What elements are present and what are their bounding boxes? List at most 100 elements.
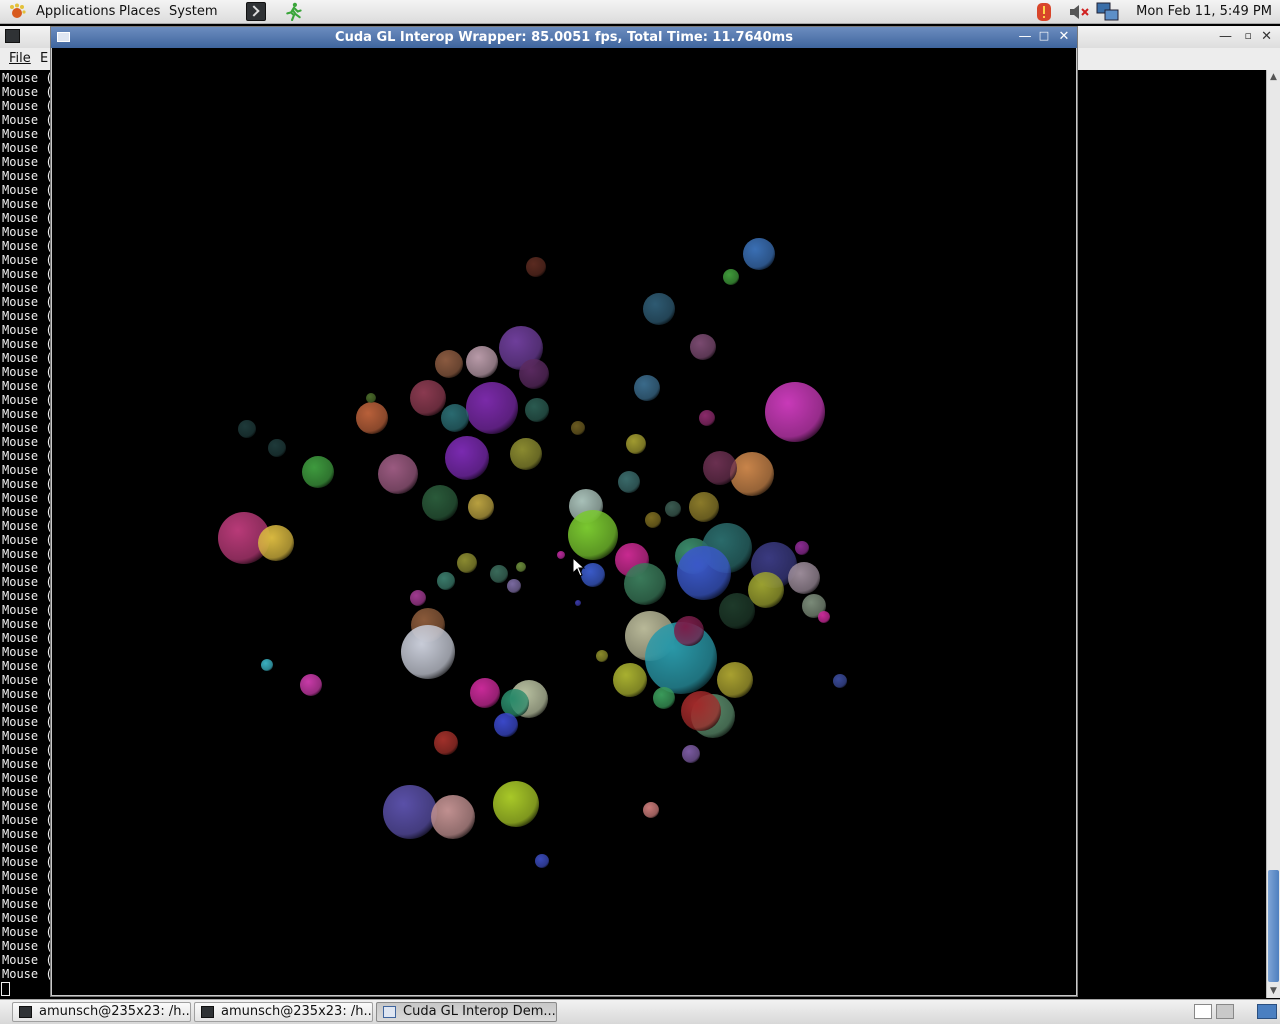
task-label: amunsch@235x23: /h... — [39, 1004, 191, 1019]
workspace-2[interactable] — [1216, 1004, 1234, 1019]
sphere-particle — [410, 380, 446, 416]
sphere-particle — [356, 402, 388, 434]
sphere-particle — [689, 492, 719, 522]
terminal-scrollbar[interactable]: ▲ ▼ — [1266, 70, 1280, 998]
menu-applications[interactable]: Applications — [36, 4, 115, 19]
terminal-line: Mouse ( — [2, 449, 53, 463]
sphere-particle — [525, 398, 549, 422]
terminal-line: Mouse ( — [2, 127, 53, 141]
terminal-line: Mouse ( — [2, 827, 53, 841]
sphere-particle — [519, 359, 549, 389]
particle-spheres — [218, 238, 847, 868]
terminal-line: Mouse ( — [2, 603, 53, 617]
sphere-particle — [626, 434, 646, 454]
terminal-line: Mouse ( — [2, 477, 53, 491]
sphere-particle — [434, 731, 458, 755]
sphere-particle — [665, 501, 681, 517]
sphere-particle — [743, 238, 775, 270]
close-icon[interactable]: ✕ — [1261, 29, 1272, 44]
sphere-particle — [674, 616, 704, 646]
sphere-particle — [268, 439, 286, 457]
scroll-down-arrow-icon[interactable]: ▼ — [1267, 984, 1280, 998]
terminal-icon — [201, 1006, 214, 1018]
terminal-line: Mouse ( — [2, 421, 53, 435]
taskbar-task-terminal-1[interactable]: amunsch@235x23: /h... — [12, 1002, 191, 1022]
terminal-icon — [19, 1006, 32, 1018]
taskbar-task-gl-window[interactable]: Cuda GL Interop Dem... — [376, 1002, 557, 1022]
terminal-line: Mouse ( — [2, 463, 53, 477]
gl-render-canvas[interactable] — [52, 48, 1076, 995]
minimize-icon[interactable]: — — [1017, 29, 1033, 44]
sphere-particle — [645, 512, 661, 528]
maximize-icon[interactable]: □ — [1036, 29, 1052, 42]
terminal-window-icon[interactable] — [5, 29, 20, 43]
sphere-particle — [535, 854, 549, 868]
terminal-line: Mouse ( — [2, 939, 53, 953]
terminal-line: Mouse ( — [2, 435, 53, 449]
sphere-particle — [457, 553, 477, 573]
sphere-particle — [501, 689, 529, 717]
menu-places[interactable]: Places — [119, 4, 160, 19]
scroll-up-arrow-icon[interactable]: ▲ — [1267, 70, 1280, 84]
alert-icon[interactable] — [1034, 2, 1054, 22]
menu-edit-partial[interactable]: E — [40, 51, 48, 66]
close-icon[interactable]: ✕ — [1056, 29, 1072, 44]
sphere-particle — [624, 563, 666, 605]
terminal-line: Mouse ( — [2, 729, 53, 743]
scroll-thumb[interactable] — [1268, 870, 1279, 982]
sphere-particle — [494, 713, 518, 737]
sphere-particle — [510, 438, 542, 470]
terminal-line: Mouse ( — [2, 295, 53, 309]
sphere-particle — [378, 454, 418, 494]
terminal-line: Mouse ( — [2, 393, 53, 407]
terminal-launcher-icon[interactable] — [246, 2, 266, 21]
workspace-1[interactable] — [1194, 1004, 1212, 1019]
task-label: amunsch@235x23: /h... — [221, 1004, 373, 1019]
sphere-particle — [730, 452, 774, 496]
sphere-particle — [302, 456, 334, 488]
terminal-line: Mouse ( — [2, 113, 53, 127]
clock[interactable]: Mon Feb 11, 5:49 PM — [1136, 4, 1272, 19]
sphere-particle — [383, 785, 437, 839]
terminal-cursor — [1, 982, 10, 996]
menu-system[interactable]: System — [169, 4, 217, 19]
gl-interop-window[interactable]: Cuda GL Interop Wrapper: 85.0051 fps, To… — [50, 26, 1078, 997]
terminal-line: Mouse ( — [2, 869, 53, 883]
sphere-particle — [681, 691, 721, 731]
terminal-line: Mouse ( — [2, 85, 53, 99]
terminal-line: Mouse ( — [2, 561, 53, 575]
terminal-line: Mouse ( — [2, 169, 53, 183]
volume-muted-icon[interactable] — [1068, 2, 1090, 22]
terminal-line: Mouse ( — [2, 841, 53, 855]
top-panel: Applications Places System Mon Feb 11, 5… — [0, 0, 1280, 24]
sphere-particle — [516, 562, 526, 572]
running-man-icon[interactable] — [283, 2, 303, 21]
terminal-line: Mouse ( — [2, 771, 53, 785]
sphere-particle — [677, 546, 731, 600]
sphere-particle — [366, 393, 376, 403]
sphere-particle — [490, 565, 508, 583]
terminal-line: Mouse ( — [2, 197, 53, 211]
terminal-line: Mouse ( — [2, 645, 53, 659]
maximize-icon[interactable]: ▫ — [1245, 29, 1252, 42]
menu-file[interactable]: File — [9, 51, 31, 66]
sphere-particle — [445, 436, 489, 480]
terminal-line: Mouse ( — [2, 953, 53, 967]
terminal-line: Mouse ( — [2, 589, 53, 603]
terminal-line: Mouse ( — [2, 491, 53, 505]
taskbar-task-terminal-2[interactable]: amunsch@235x23: /h... — [194, 1002, 373, 1022]
terminal-line: Mouse ( — [2, 225, 53, 239]
minimize-icon[interactable]: — — [1219, 29, 1232, 44]
bottom-taskbar: amunsch@235x23: /h... amunsch@235x23: /h… — [0, 999, 1280, 1024]
network-icon[interactable] — [1096, 2, 1120, 22]
terminal-line: Mouse ( — [2, 897, 53, 911]
terminal-line: Mouse ( — [2, 925, 53, 939]
terminal-line: Mouse ( — [2, 351, 53, 365]
gnome-foot-icon[interactable] — [8, 3, 26, 21]
terminal-line: Mouse ( — [2, 967, 53, 981]
gl-window-titlebar[interactable]: Cuda GL Interop Wrapper: 85.0051 fps, To… — [51, 27, 1077, 48]
sphere-particle — [795, 541, 809, 555]
sphere-particle — [568, 510, 618, 560]
sphere-particle — [238, 420, 256, 438]
show-desktop-icon[interactable] — [1257, 1004, 1277, 1019]
